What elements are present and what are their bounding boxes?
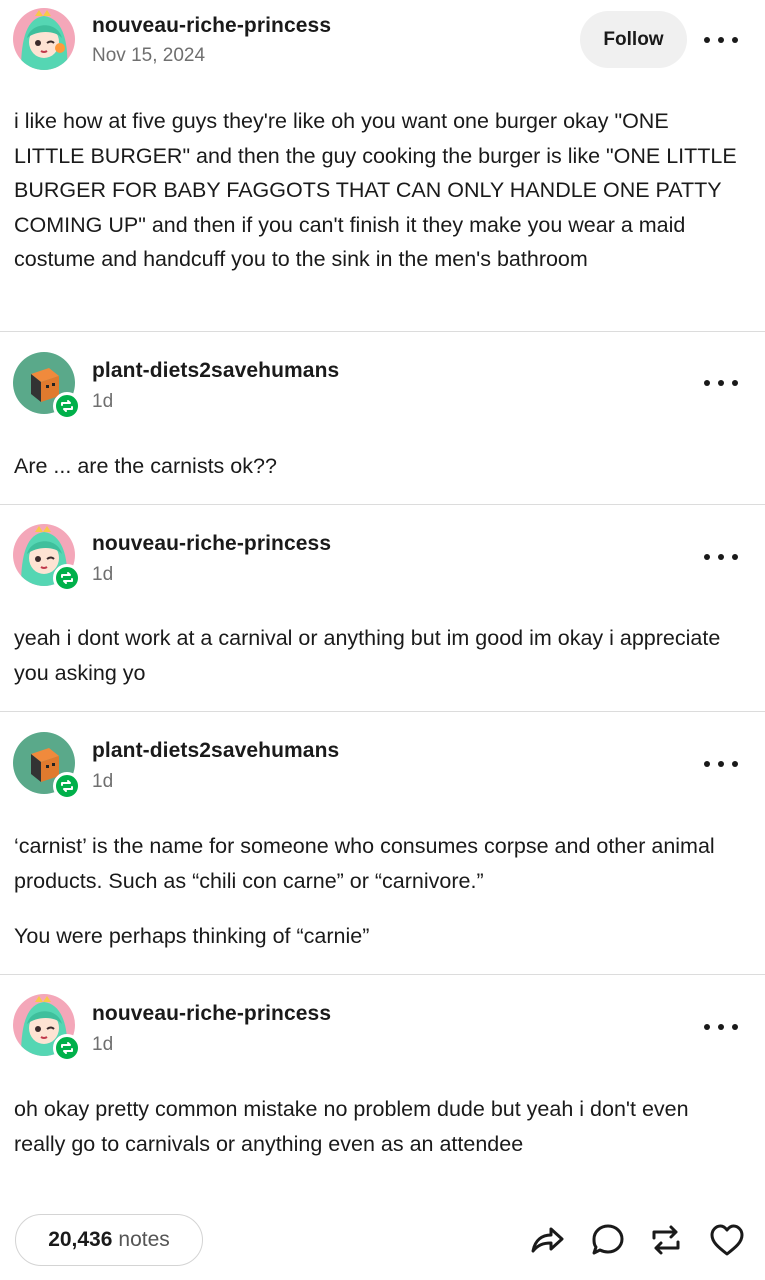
- more-horizontal-icon[interactable]: [704, 1021, 738, 1033]
- divider: [0, 711, 765, 712]
- more-horizontal-icon[interactable]: [704, 758, 738, 770]
- more-horizontal-icon[interactable]: [704, 34, 738, 46]
- reblog-badge-icon: [53, 772, 81, 800]
- avatar-nouveau-riche-princess[interactable]: [13, 994, 81, 1062]
- post-body-text: i like how at five guys they're like oh …: [14, 109, 737, 271]
- avatar-nouveau-riche-princess[interactable]: [13, 8, 75, 70]
- reblog-body-text: You were perhaps thinking of “carnie”: [14, 924, 370, 948]
- more-horizontal-icon[interactable]: [704, 377, 738, 389]
- avatar-plant-diets2savehumans[interactable]: [13, 352, 81, 420]
- reblog-body-text: Are ... are the carnists ok??: [14, 454, 277, 478]
- reblog-username[interactable]: nouveau-riche-princess: [92, 1002, 331, 1026]
- reblog-body-text: ‘carnist’ is the name for someone who co…: [14, 834, 715, 893]
- share-icon[interactable]: [527, 1220, 567, 1260]
- divider: [0, 974, 765, 975]
- notes-count: 20,436: [48, 1228, 113, 1251]
- reblog-time: 1d: [92, 1034, 114, 1055]
- reblog-time: 1d: [92, 391, 114, 412]
- reblog-badge-icon: [53, 392, 81, 420]
- divider: [0, 504, 765, 505]
- reblog-time: 1d: [92, 771, 114, 792]
- avatar-plant-diets2savehumans[interactable]: [13, 732, 81, 800]
- notes-button[interactable]: 20,436 notes: [15, 1214, 203, 1266]
- follow-button[interactable]: Follow: [580, 11, 687, 68]
- reply-icon[interactable]: [588, 1220, 628, 1260]
- reblog-username[interactable]: plant-diets2savehumans: [92, 739, 339, 763]
- reblog-body-text: oh okay pretty common mistake no problem…: [14, 1097, 689, 1156]
- reblog-icon[interactable]: [646, 1220, 686, 1260]
- avatar-nouveau-riche-princess[interactable]: [13, 524, 81, 592]
- reblog-username[interactable]: nouveau-riche-princess: [92, 532, 331, 556]
- reblog-time: 1d: [92, 564, 114, 585]
- divider: [0, 331, 765, 332]
- reblog-username[interactable]: plant-diets2savehumans: [92, 359, 339, 383]
- heart-icon[interactable]: [707, 1220, 747, 1260]
- more-horizontal-icon[interactable]: [704, 551, 738, 563]
- reblog-body-text: yeah i dont work at a carnival or anythi…: [14, 626, 721, 685]
- reblog-badge-icon: [53, 564, 81, 592]
- anime-girl-avatar-icon: [13, 8, 75, 70]
- post-author-username[interactable]: nouveau-riche-princess: [92, 14, 331, 38]
- post-date: Nov 15, 2024: [92, 45, 206, 66]
- reblog-badge-icon: [53, 1034, 81, 1062]
- notes-label: notes: [118, 1228, 170, 1251]
